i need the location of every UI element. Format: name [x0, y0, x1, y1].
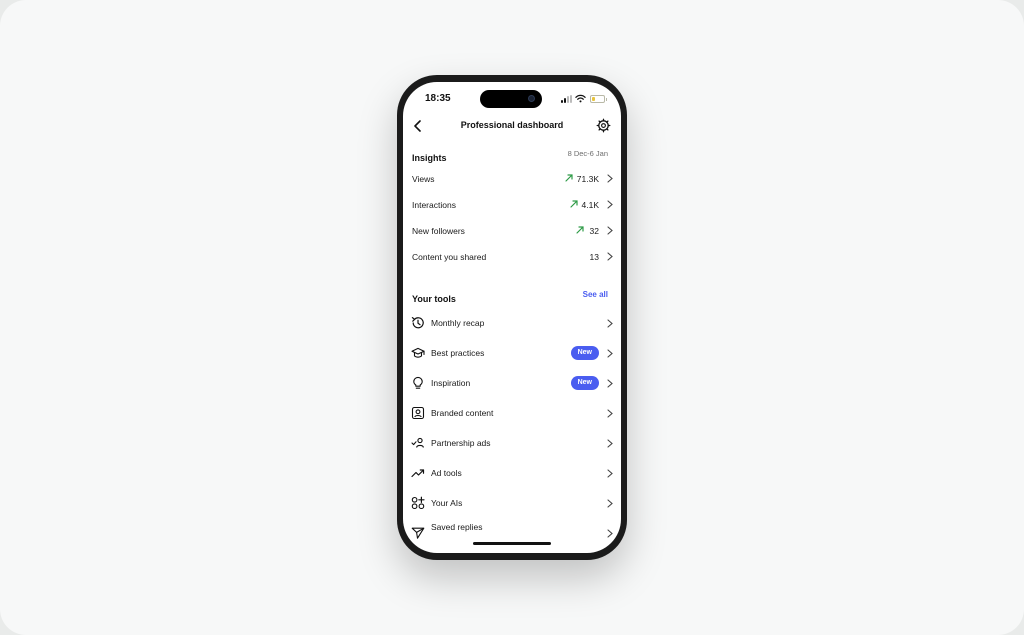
trend-up-arrow-icon [565, 174, 573, 182]
chevron-right-icon [607, 252, 613, 261]
insights-title: Insights [412, 153, 447, 163]
insight-value: 32 [589, 226, 599, 236]
wifi-icon [575, 94, 586, 103]
tool-label: Saved replies [431, 522, 483, 532]
chevron-right-icon [607, 379, 613, 388]
tool-row-inspiration[interactable]: Inspiration New [411, 374, 613, 392]
history-icon [411, 317, 424, 329]
tool-label: Monthly recap [431, 318, 485, 328]
camera-icon [528, 95, 535, 102]
trending-up-icon [411, 469, 425, 478]
insight-value: 13 [589, 252, 599, 262]
trend-up-arrow-icon [576, 226, 584, 234]
insight-label: Views [412, 174, 435, 184]
insight-label: New followers [412, 226, 465, 236]
settings-gear-icon[interactable] [596, 118, 611, 133]
chevron-right-icon [607, 349, 613, 358]
send-icon [411, 527, 425, 539]
insight-value: 4.1K [581, 200, 600, 210]
tool-row-branded-content[interactable]: Branded content [411, 404, 613, 422]
insights-date-range: 8 Dec-6 Jan [567, 149, 608, 158]
tools-title: Your tools [412, 294, 456, 304]
insight-row-content-shared[interactable]: Content you shared 13 [412, 249, 613, 265]
tool-label: Best practices [431, 348, 485, 358]
insight-label: Interactions [412, 200, 456, 210]
chevron-right-icon [607, 174, 613, 183]
graduation-cap-icon [411, 347, 425, 358]
chevron-right-icon [607, 469, 613, 478]
insight-row-new-followers[interactable]: New followers 32 [412, 223, 613, 239]
chevron-right-icon [607, 226, 613, 235]
battery-icon [590, 95, 607, 103]
tool-row-saved-replies[interactable]: Saved replies [411, 522, 613, 540]
background-card: 18:35 Professional dashboard Insights 8 … [0, 0, 1024, 635]
tool-label: Inspiration [431, 378, 471, 388]
tools-header: Your tools See all [412, 289, 608, 304]
tool-label: Your AIs [431, 498, 463, 508]
tool-row-best-practices[interactable]: Best practices New [411, 344, 613, 362]
chevron-right-icon [607, 529, 613, 538]
home-indicator[interactable] [473, 542, 551, 545]
page-title: Professional dashboard [460, 120, 564, 130]
trend-up-arrow-icon [570, 200, 578, 208]
new-badge: New [570, 376, 599, 390]
chevron-right-icon [607, 499, 613, 508]
lightbulb-icon [413, 376, 423, 389]
tool-row-monthly-recap[interactable]: Monthly recap [411, 314, 613, 332]
chevron-right-icon [607, 319, 613, 328]
tool-row-partnership-ads[interactable]: Partnership ads [411, 434, 613, 452]
tool-row-your-ais[interactable]: Your AIs [411, 494, 613, 512]
insight-value: 71.3K [576, 174, 599, 184]
dynamic-island [480, 90, 542, 108]
tool-label: Partnership ads [431, 438, 491, 448]
new-badge: New [570, 346, 599, 360]
signal-icon [561, 95, 572, 103]
insight-row-views[interactable]: Views 71.3K [412, 171, 613, 187]
shapes-icon [411, 496, 425, 510]
chevron-right-icon [607, 439, 613, 448]
branded-content-icon [411, 406, 425, 420]
insight-row-interactions[interactable]: Interactions 4.1K [412, 197, 613, 213]
see-all-link[interactable]: See all [583, 290, 608, 299]
partnership-icon [411, 437, 424, 448]
phone-frame: 18:35 Professional dashboard Insights 8 … [397, 75, 627, 560]
tool-label: Ad tools [431, 468, 462, 478]
phone-screen: 18:35 Professional dashboard Insights 8 … [403, 82, 621, 553]
top-nav-bar: Professional dashboard [403, 116, 621, 136]
tool-label: Branded content [431, 408, 494, 418]
status-time: 18:35 [425, 93, 451, 104]
chevron-right-icon [607, 409, 613, 418]
insights-header: Insights 8 Dec-6 Jan [412, 148, 608, 163]
chevron-right-icon [607, 200, 613, 209]
tool-row-ad-tools[interactable]: Ad tools [411, 464, 613, 482]
insight-label: Content you shared [412, 252, 487, 262]
